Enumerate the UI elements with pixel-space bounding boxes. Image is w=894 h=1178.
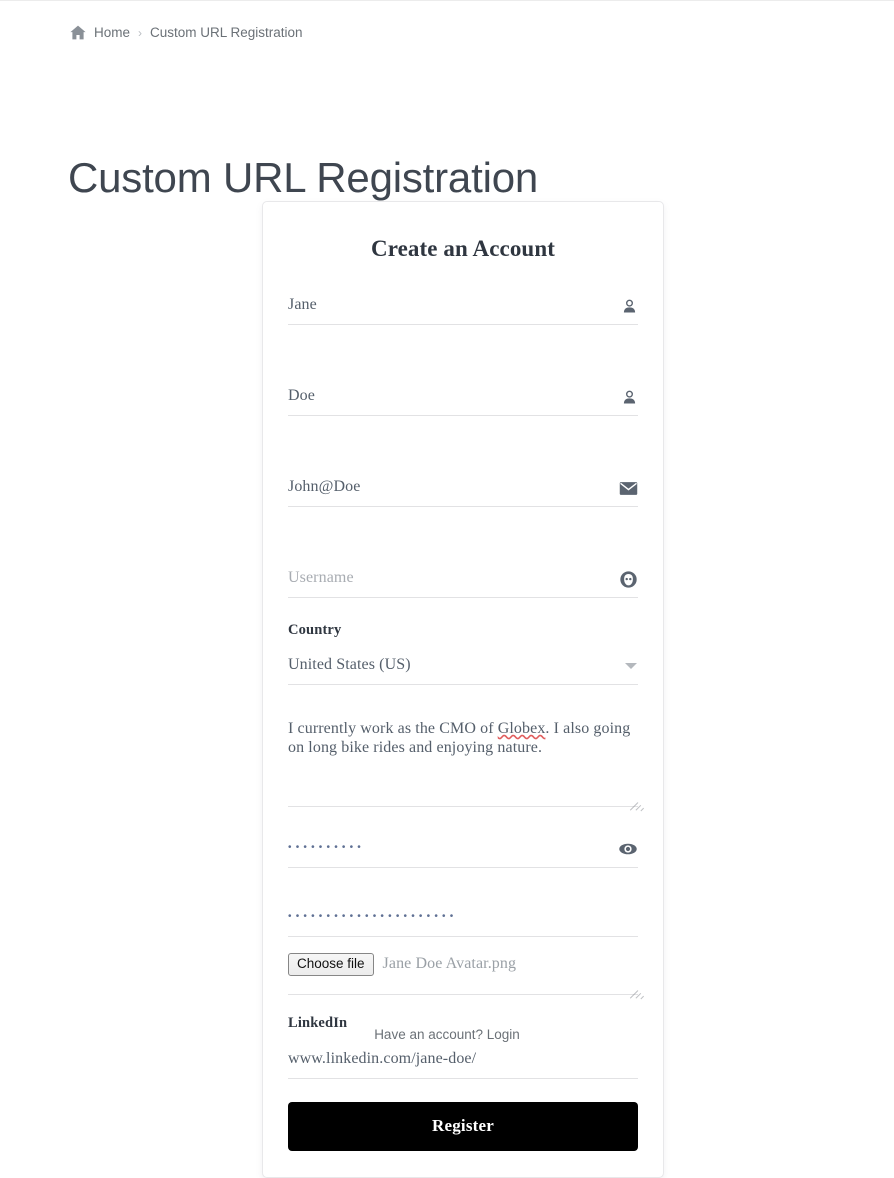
country-select[interactable]: United States (US) xyxy=(288,656,617,676)
field-username[interactable]: Username xyxy=(288,561,638,598)
register-button[interactable]: Register xyxy=(288,1102,638,1151)
breadcrumb-home-link[interactable]: Home xyxy=(94,25,130,40)
envelope-icon xyxy=(619,481,638,496)
card-title: Create an Account xyxy=(371,236,555,261)
field-bio[interactable]: I currently work as the CMO of Globex. I… xyxy=(288,715,645,812)
bio-textarea[interactable]: I currently work as the CMO of Globex. I… xyxy=(288,719,638,757)
user-icon xyxy=(621,298,638,315)
field-email[interactable]: John@Doe xyxy=(288,470,638,507)
page-title: Custom URL Registration xyxy=(68,154,539,202)
breadcrumb: Home › Custom URL Registration xyxy=(70,25,303,40)
password-input[interactable]: •••••••••• xyxy=(288,842,365,856)
field-avatar-upload[interactable]: Choose file Jane Doe Avatar.png xyxy=(288,951,645,1000)
field-linkedin[interactable]: www.linkedin.com/jane-doe/ xyxy=(288,1042,638,1079)
field-country[interactable]: United States (US) xyxy=(288,648,638,685)
breadcrumb-separator: › xyxy=(138,25,143,40)
first-name-input[interactable]: Jane xyxy=(288,296,613,316)
avatar-face-icon xyxy=(619,570,638,589)
field-confirm-password[interactable]: •••••••••••••••••••••• xyxy=(288,900,638,937)
bio-text-before: I currently work as the CMO of xyxy=(288,720,498,737)
breadcrumb-current: Custom URL Registration xyxy=(150,25,303,40)
field-password[interactable]: •••••••••• xyxy=(288,831,638,868)
login-link[interactable]: Have an account? Login xyxy=(374,1027,520,1042)
choose-file-button[interactable]: Choose file xyxy=(288,953,374,976)
bio-misspelled-word: Globex xyxy=(497,720,546,737)
field-last-name[interactable]: Doe xyxy=(288,379,638,416)
chevron-down-icon[interactable] xyxy=(625,663,637,669)
eye-icon[interactable] xyxy=(618,842,638,856)
textarea-resize-handle[interactable] xyxy=(627,792,645,812)
login-footer: Have an account? Login xyxy=(0,1027,894,1042)
user-icon xyxy=(621,389,638,406)
avatar-resize-handle[interactable] xyxy=(627,980,645,1000)
country-label: Country xyxy=(288,622,342,638)
confirm-password-input[interactable]: •••••••••••••••••••••• xyxy=(288,911,457,925)
last-name-input[interactable]: Doe xyxy=(288,387,613,407)
username-input[interactable]: Username xyxy=(288,569,611,589)
email-input[interactable]: John@Doe xyxy=(288,478,611,498)
field-first-name[interactable]: Jane xyxy=(288,288,638,325)
home-icon xyxy=(70,25,86,40)
avatar-file-name: Jane Doe Avatar.png xyxy=(382,955,517,972)
linkedin-input[interactable]: www.linkedin.com/jane-doe/ xyxy=(288,1050,638,1070)
